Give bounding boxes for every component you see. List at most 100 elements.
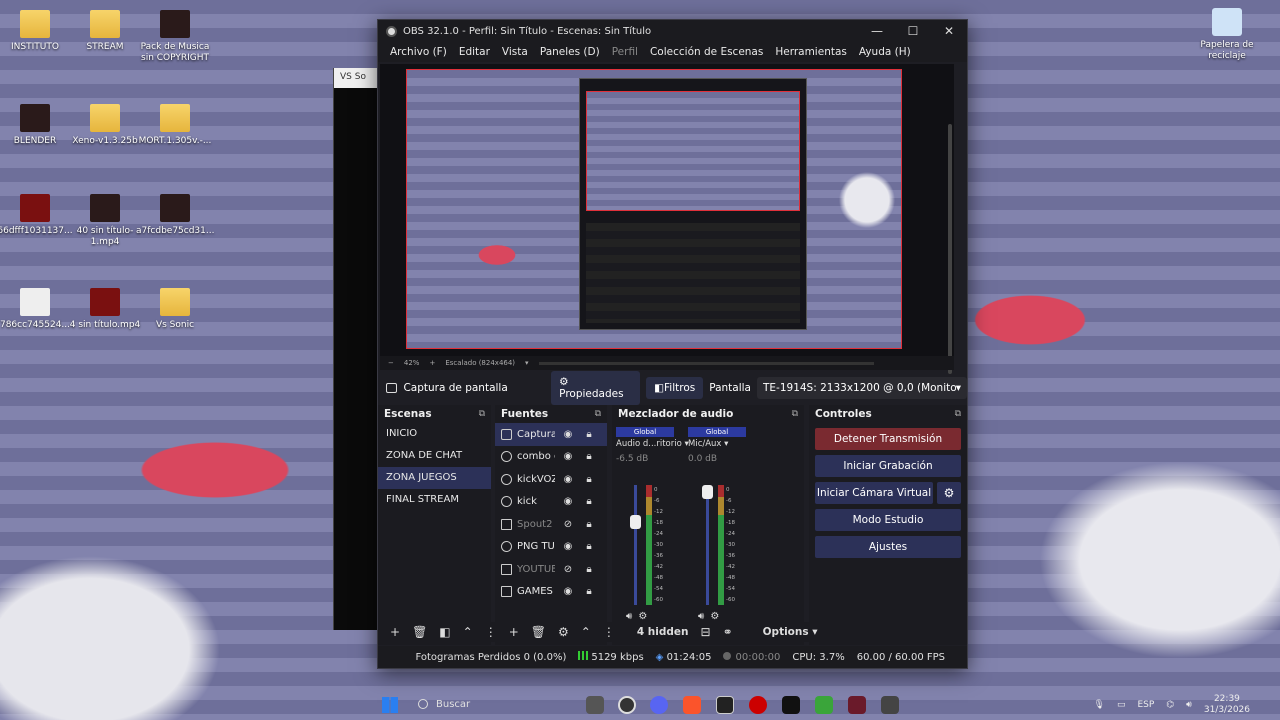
language-indicator[interactable]: ESP: [1137, 700, 1154, 710]
layout-icon[interactable]: ⊟: [701, 625, 711, 639]
more-icon[interactable]: ⋮: [603, 625, 615, 639]
menu-paneles[interactable]: Paneles (D): [534, 46, 606, 58]
volume-slider[interactable]: [630, 485, 641, 605]
preview-scrollbar[interactable]: [948, 124, 952, 374]
eye-icon[interactable]: ◉: [560, 451, 576, 462]
slider-knob[interactable]: [630, 515, 641, 529]
menu-herramientas[interactable]: Herramientas: [769, 46, 853, 58]
move-up-icon[interactable]: ⌃: [463, 625, 473, 639]
source-properties-icon[interactable]: ⚙: [558, 625, 569, 639]
maximize-button[interactable]: ☐: [895, 24, 931, 38]
preview-image[interactable]: [406, 69, 902, 349]
eye-icon[interactable]: ◉: [560, 586, 576, 597]
desktop-icon[interactable]: 786cc745524...: [0, 288, 74, 331]
add-source-icon[interactable]: +: [509, 625, 519, 639]
source-item[interactable]: kick ◉ 🔒︎: [495, 491, 607, 514]
eye-hidden-icon[interactable]: ⊘: [560, 519, 576, 530]
desktop-icon[interactable]: a7fcdbe75cd31...: [136, 194, 214, 237]
eye-icon[interactable]: ◉: [560, 474, 576, 485]
source-item[interactable]: combo c◉🔒︎: [495, 446, 607, 469]
undock-icon[interactable]: ⧉: [595, 409, 601, 419]
lock-icon[interactable]: 🔒︎: [581, 429, 597, 440]
capcut-icon[interactable]: [716, 696, 734, 714]
scene-item[interactable]: ZONA JUEGOS: [378, 467, 491, 489]
lock-icon[interactable]: 🔒︎: [581, 496, 597, 507]
desktop-icon[interactable]: 66dfff1031137...: [0, 194, 74, 237]
eye-hidden-icon[interactable]: ⊘: [560, 564, 576, 575]
speaker-icon[interactable]: 🔊︎: [626, 611, 638, 622]
desktop-icon[interactable]: Pack de Musica sin COPYRIGHT: [136, 10, 214, 64]
lock-icon[interactable]: 🔒︎: [581, 564, 597, 575]
minecraft-icon[interactable]: [815, 696, 833, 714]
plus-icon[interactable]: +: [429, 359, 435, 367]
background-window[interactable]: VS So: [333, 68, 383, 630]
horizontal-scrollbar[interactable]: [538, 361, 874, 365]
brave-icon[interactable]: [683, 696, 701, 714]
move-up-icon[interactable]: ⌃: [581, 625, 591, 639]
add-scene-icon[interactable]: +: [390, 625, 400, 639]
title-bar[interactable]: OBS 32.1.0 - Perfil: Sin Título - Escena…: [378, 20, 967, 42]
desktop-icon[interactable]: Xeno-v1.3.25b: [66, 104, 144, 147]
desktop-icon[interactable]: 40 sin título-1.mp4: [66, 194, 144, 248]
app-icon[interactable]: [881, 696, 899, 714]
channel-name[interactable]: Mic/Aux ▾: [688, 439, 746, 449]
menu-editar[interactable]: Editar: [453, 46, 496, 58]
remove-source-icon[interactable]: 🗑︎: [531, 625, 546, 639]
source-item[interactable]: PNG TU ◉ 🔒︎: [495, 536, 607, 559]
lock-icon[interactable]: 🔒︎: [581, 586, 597, 597]
stop-stream-button[interactable]: Detener Transmisión: [815, 428, 961, 450]
settings-button[interactable]: Ajustes: [815, 536, 961, 558]
eye-icon[interactable]: ◉: [560, 541, 576, 552]
virtual-camera-settings-button[interactable]: ⚙: [937, 482, 961, 504]
volume-icon[interactable]: 🔊︎: [1186, 700, 1192, 710]
lock-icon[interactable]: 🔒︎: [581, 451, 597, 462]
menu-perfil[interactable]: Perfil: [606, 46, 644, 58]
network-icon[interactable]: ⌬: [1166, 700, 1174, 710]
tiktok-icon[interactable]: [782, 696, 800, 714]
file-explorer-icon[interactable]: [586, 696, 604, 714]
recycle-bin[interactable]: Papelera de reciclaje: [1188, 8, 1266, 62]
lock-icon[interactable]: 🔒︎: [581, 519, 597, 530]
menu-ayuda[interactable]: Ayuda (H): [853, 46, 917, 58]
eye-icon[interactable]: ◉: [560, 429, 576, 440]
minus-icon[interactable]: −: [388, 359, 394, 367]
source-item[interactable]: Captura ◉ 🔒︎: [495, 423, 607, 446]
scene-filters-icon[interactable]: ◧: [439, 625, 450, 639]
windows-start-icon[interactable]: [382, 697, 398, 713]
channel-name[interactable]: Audio d...ritorio ▾: [616, 439, 689, 449]
obs-taskbar-icon[interactable]: [618, 696, 636, 714]
desktop-icon[interactable]: INSTITUTO: [0, 10, 74, 53]
undock-icon[interactable]: ⧉: [479, 409, 485, 419]
source-item[interactable]: YOUTUE ⊘ 🔒︎: [495, 558, 607, 581]
link-icon[interactable]: ⚭: [723, 625, 733, 639]
scene-item[interactable]: INICIO: [378, 423, 491, 445]
gear-icon[interactable]: ⚙: [710, 611, 725, 622]
source-item[interactable]: GAMES ◉ 🔒︎: [495, 581, 607, 604]
filters-button[interactable]: ◧Filtros: [646, 377, 704, 399]
discord-icon[interactable]: [650, 696, 668, 714]
more-icon[interactable]: ⋮: [485, 625, 497, 639]
taskbar-search[interactable]: Buscar: [414, 695, 574, 715]
eye-icon[interactable]: ◉: [560, 496, 576, 507]
hidden-count[interactable]: 4 hidden: [637, 626, 689, 638]
close-button[interactable]: ✕: [931, 24, 967, 38]
source-item[interactable]: kickVOZ ◉ 🔒︎: [495, 468, 607, 491]
undock-icon[interactable]: ⧉: [792, 409, 798, 419]
microphone-icon[interactable]: 🎙︎: [1094, 700, 1105, 710]
clock[interactable]: 22:39 31/3/2026: [1204, 694, 1250, 716]
lock-icon[interactable]: 🔒︎: [581, 541, 597, 552]
start-recording-button[interactable]: Iniciar Grabación: [815, 455, 961, 477]
display-select[interactable]: TE-1914S: 2133x1200 @ 0,0 (Monitor prin …: [757, 377, 967, 399]
speaker-icon[interactable]: 🔊︎: [698, 611, 710, 622]
desktop-icon[interactable]: BLENDER: [0, 104, 74, 147]
desktop-icon[interactable]: MORT.1.305v.-...: [136, 104, 214, 147]
virtual-camera-button[interactable]: Iniciar Cámara Virtual: [815, 482, 933, 504]
scene-item[interactable]: ZONA DE CHAT: [378, 445, 491, 467]
desktop-icon[interactable]: Vs Sonic: [136, 288, 214, 331]
red-app-icon[interactable]: [749, 696, 767, 714]
remove-scene-icon[interactable]: 🗑︎: [412, 625, 427, 639]
lock-icon[interactable]: 🔒︎: [581, 474, 597, 485]
source-item[interactable]: Spout2 ⊘ 🔒︎: [495, 513, 607, 536]
display-icon[interactable]: ▭: [1117, 700, 1126, 710]
options-button[interactable]: Options ▾: [751, 626, 818, 638]
